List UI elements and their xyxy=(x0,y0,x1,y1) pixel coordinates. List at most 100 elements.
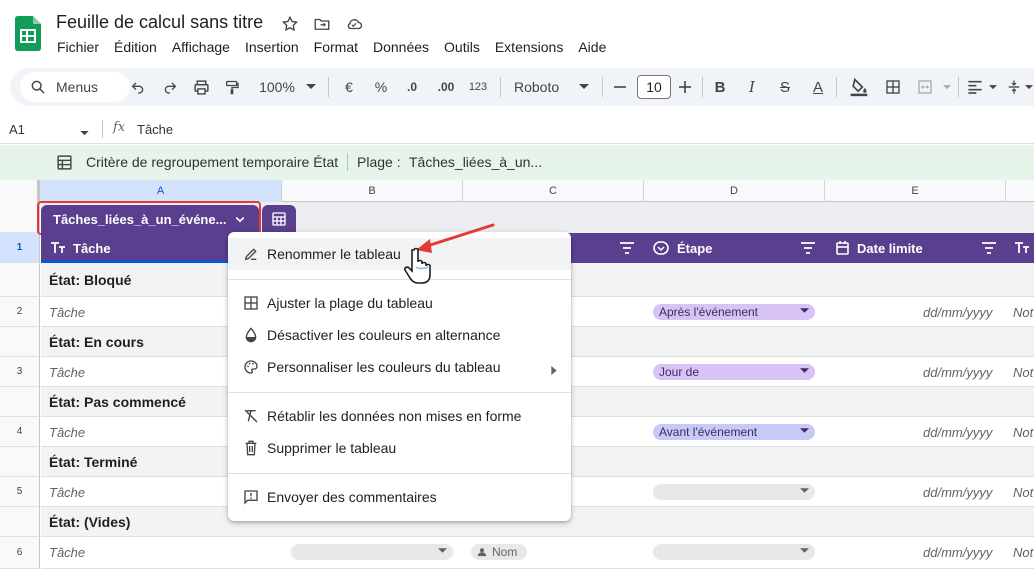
percent-format-button[interactable]: % xyxy=(372,77,390,97)
formula-input[interactable]: Tâche xyxy=(137,122,173,137)
table-row[interactable]: Tâche Nom dd/mm/yyyy Not xyxy=(41,537,1034,569)
star-icon[interactable] xyxy=(280,14,300,34)
column-header-c[interactable]: C xyxy=(463,180,644,202)
task-cell[interactable]: Tâche xyxy=(49,305,85,320)
menu-edition[interactable]: Édition xyxy=(114,39,157,55)
notes-cell[interactable]: Not xyxy=(1013,305,1033,320)
redo-icon[interactable] xyxy=(160,77,180,97)
date-cell[interactable]: dd/mm/yyyy xyxy=(923,425,992,440)
menu-donnees[interactable]: Données xyxy=(373,39,429,55)
font-size-input[interactable]: 10 xyxy=(637,75,671,99)
header-notes[interactable] xyxy=(1015,233,1034,263)
text-color-icon[interactable]: A xyxy=(809,77,827,97)
date-cell[interactable]: dd/mm/yyyy xyxy=(923,365,992,380)
column-header-a[interactable]: A xyxy=(40,180,282,202)
header-etape[interactable]: Étape xyxy=(653,233,712,263)
font-family-select[interactable]: Roboto xyxy=(514,77,564,97)
notes-cell[interactable]: Not xyxy=(1013,425,1033,440)
decrease-decimals-button[interactable]: .0 xyxy=(400,77,424,97)
header-tache[interactable]: Tâche xyxy=(51,233,111,263)
align-left-icon[interactable] xyxy=(966,77,984,97)
person-chip[interactable]: Nom xyxy=(471,544,527,560)
increase-decimals-button[interactable]: .00 xyxy=(432,77,460,97)
menu-extensions[interactable]: Extensions xyxy=(495,39,563,55)
sheets-logo-icon[interactable] xyxy=(15,16,41,51)
menu-aide[interactable]: Aide xyxy=(578,39,606,55)
menu-item-disable-alternating-colors[interactable]: Désactiver les couleurs en alternance xyxy=(228,319,571,351)
row-header-2[interactable]: 2 xyxy=(0,297,40,327)
merge-cells-icon[interactable] xyxy=(916,77,934,97)
valign-chevron-icon[interactable] xyxy=(1024,77,1034,97)
search-menus-button[interactable]: Menus xyxy=(20,72,130,102)
filter-icon[interactable] xyxy=(620,242,634,257)
font-chevron-icon[interactable] xyxy=(578,77,590,97)
font-size-decrease-icon[interactable] xyxy=(612,77,628,97)
merge-chevron-icon[interactable] xyxy=(942,77,952,97)
filter-icon[interactable] xyxy=(801,242,815,257)
menu-item-adjust-range[interactable]: Ajuster la plage du tableau xyxy=(228,287,571,319)
menu-item-delete-table[interactable]: Supprimer le tableau xyxy=(228,432,571,464)
row-header-5[interactable]: 5 xyxy=(0,477,40,507)
table-view-button[interactable] xyxy=(262,205,296,233)
column-header-d[interactable]: D xyxy=(644,180,825,202)
document-title[interactable]: Feuille de calcul sans titre xyxy=(56,12,263,33)
stage-chip[interactable]: Avant l'événement xyxy=(653,424,815,440)
strikethrough-icon[interactable]: S xyxy=(776,77,794,97)
grouping-criterion-label[interactable]: Critère de regroupement temporaire État xyxy=(86,154,338,170)
undo-icon[interactable] xyxy=(128,77,148,97)
notes-cell[interactable]: Not xyxy=(1013,365,1033,380)
print-icon[interactable] xyxy=(191,77,211,97)
cloud-status-icon[interactable] xyxy=(344,14,364,34)
row-header-1[interactable]: 1 xyxy=(0,233,40,263)
task-cell[interactable]: Tâche xyxy=(49,545,85,560)
italic-icon[interactable]: I xyxy=(744,77,760,97)
date-cell[interactable]: dd/mm/yyyy xyxy=(923,485,992,500)
dropdown-chip[interactable] xyxy=(291,544,453,560)
menu-insertion[interactable]: Insertion xyxy=(245,39,299,55)
stage-chip[interactable] xyxy=(653,544,815,560)
row-header-3[interactable]: 3 xyxy=(0,357,40,387)
borders-icon[interactable] xyxy=(884,77,902,97)
range-value[interactable]: Tâches_liées_à_un... xyxy=(409,154,542,170)
menu-affichage[interactable]: Affichage xyxy=(172,39,230,55)
column-header-f[interactable] xyxy=(1006,180,1034,202)
currency-format-button[interactable]: € xyxy=(340,77,358,97)
menu-item-rename-table[interactable]: Renommer le tableau xyxy=(228,238,571,270)
menu-item-send-feedback[interactable]: Envoyer des commentaires xyxy=(228,481,571,513)
filter-icon[interactable] xyxy=(982,242,996,257)
vertical-align-icon[interactable] xyxy=(1006,77,1022,97)
stage-chip[interactable] xyxy=(653,484,815,500)
task-cell[interactable]: Tâche xyxy=(49,365,85,380)
notes-cell[interactable]: Not xyxy=(1013,485,1033,500)
name-box[interactable]: A1 xyxy=(9,122,25,137)
task-cell[interactable]: Tâche xyxy=(49,425,85,440)
column-header-b[interactable]: B xyxy=(282,180,463,202)
fill-color-icon[interactable] xyxy=(848,77,870,97)
menu-fichier[interactable]: Fichier xyxy=(57,39,99,55)
number-format-button[interactable]: 123 xyxy=(466,77,490,97)
select-all-corner[interactable] xyxy=(0,180,40,202)
move-folder-icon[interactable] xyxy=(312,14,332,34)
date-cell[interactable]: dd/mm/yyyy xyxy=(923,305,992,320)
header-date-limite[interactable]: Date limite xyxy=(836,233,923,263)
date-cell[interactable]: dd/mm/yyyy xyxy=(923,545,992,560)
formula-bar: A1 fx Tâche xyxy=(0,114,1034,144)
row-header-4[interactable]: 4 xyxy=(0,417,40,447)
bold-icon[interactable]: B xyxy=(712,77,728,97)
menu-outils[interactable]: Outils xyxy=(444,39,480,55)
paint-format-icon[interactable] xyxy=(222,77,242,97)
column-header-e[interactable]: E xyxy=(825,180,1006,202)
zoom-chevron-icon[interactable] xyxy=(305,77,317,97)
zoom-value[interactable]: 100% xyxy=(257,77,297,97)
stage-chip[interactable]: Après l'événement xyxy=(653,304,815,320)
menu-item-revert-data[interactable]: Rétablir les données non mises en forme xyxy=(228,400,571,432)
stage-chip[interactable]: Jour de xyxy=(653,364,815,380)
align-chevron-icon[interactable] xyxy=(988,77,998,97)
menu-item-customize-colors[interactable]: Personnaliser les couleurs du tableau xyxy=(228,351,571,383)
font-size-increase-icon[interactable] xyxy=(677,77,693,97)
name-box-chevron-icon[interactable] xyxy=(80,124,89,139)
task-cell[interactable]: Tâche xyxy=(49,485,85,500)
notes-cell[interactable]: Not xyxy=(1013,545,1033,560)
menu-format[interactable]: Format xyxy=(314,39,358,55)
row-header-6[interactable]: 6 xyxy=(0,537,40,569)
